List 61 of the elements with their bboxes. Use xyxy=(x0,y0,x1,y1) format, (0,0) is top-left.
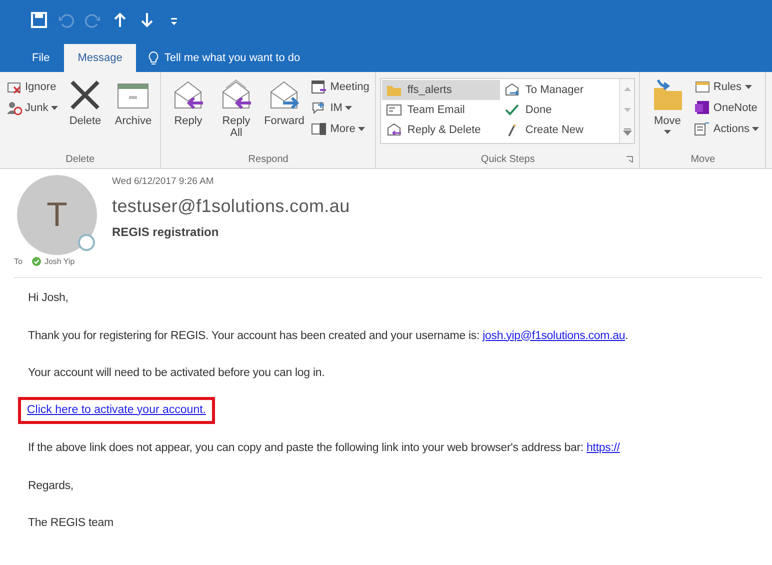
scroll-down-icon[interactable] xyxy=(622,106,632,113)
ribbon-tab[interactable]: File xyxy=(18,44,64,72)
ribbon-button[interactable]: Actions xyxy=(692,120,762,138)
to-label: To xyxy=(14,257,22,266)
save-icon[interactable] xyxy=(30,11,48,29)
expand-gallery-icon[interactable] xyxy=(622,128,632,136)
onenote-icon xyxy=(694,100,710,116)
sender-address: testuser@f1solutions.com.au xyxy=(112,196,350,217)
group-label: Quick Steps xyxy=(480,154,535,164)
tell-me-search[interactable]: Tell me what you want to do xyxy=(136,44,300,72)
activation-link[interactable]: Click here to activate your account. xyxy=(18,396,215,424)
paragraph: If the above link does not appear, you can copy and paste the following link into your web browser's address bar: https:// xyxy=(28,442,620,454)
quick-step[interactable]: ffs_alerts xyxy=(382,80,500,100)
ribbon-button[interactable]: Junk xyxy=(4,99,60,117)
ribbon-tab[interactable]: Message xyxy=(64,44,136,72)
person-block-icon xyxy=(6,100,22,116)
ribbon-button[interactable]: IM xyxy=(309,99,372,117)
lightbulb-icon xyxy=(148,50,160,66)
paragraph: Regards, xyxy=(28,480,74,492)
quick-step[interactable]: To Manager xyxy=(500,80,618,100)
ribbon-button[interactable]: Meeting xyxy=(309,78,372,96)
group-label: Delete xyxy=(66,154,95,164)
checkmark-icon xyxy=(504,103,520,117)
rules-icon xyxy=(694,79,710,95)
actions-icon xyxy=(694,121,710,137)
delete-icon xyxy=(68,78,102,112)
paragraph: Thank you for registering for REGIS. Your account has been created and your username is: josh.yip@f1solutions.com.au. xyxy=(28,330,628,342)
quick-step[interactable]: Create New xyxy=(500,120,618,140)
more-icon xyxy=(311,121,328,137)
subject: REGIS registration xyxy=(112,225,220,239)
ribbon-button[interactable]: Move xyxy=(644,76,690,136)
paragraph: The REGIS team xyxy=(28,517,114,529)
group-label: Respond xyxy=(248,154,288,164)
ribbon-button[interactable]: OneNote xyxy=(692,99,762,117)
ribbon-button[interactable]: Reply xyxy=(165,76,212,129)
ribbon-button[interactable]: Archive xyxy=(110,76,156,129)
link[interactable]: josh.yip@f1solutions.com.au xyxy=(482,330,626,342)
quick-step[interactable]: Done xyxy=(500,100,618,120)
ribbon-button[interactable]: Reply All xyxy=(213,76,260,141)
ribbon-button[interactable]: Delete xyxy=(62,76,108,129)
recipient[interactable]: Josh Yip xyxy=(32,257,75,266)
ribbon-button[interactable]: Ignore xyxy=(4,78,60,96)
folder-icon xyxy=(386,83,402,97)
sent-date: Wed 6/12/2017 9:26 AM xyxy=(112,176,215,187)
ribbon-button[interactable]: Rules xyxy=(692,78,762,96)
group-label: Move xyxy=(690,154,716,164)
forward-icon xyxy=(504,83,520,97)
card-icon xyxy=(386,103,402,117)
paragraph: Your account will need to be activated before you can log in. xyxy=(28,367,325,379)
quick-step[interactable]: Reply & Delete xyxy=(382,120,500,140)
scroll-up-icon[interactable] xyxy=(622,86,632,92)
dialog-launcher-icon[interactable] xyxy=(626,156,634,163)
link[interactable]: https:// xyxy=(586,442,620,454)
quick-step[interactable]: Team Email xyxy=(382,100,500,120)
calendar-icon xyxy=(311,79,328,95)
avatar: T xyxy=(17,175,97,255)
paragraph: Hi Josh, xyxy=(28,292,68,304)
reply-icon xyxy=(386,123,402,137)
ribbon-button[interactable]: More xyxy=(309,120,372,138)
ribbon-button[interactable]: Forward xyxy=(261,76,308,129)
presence-icon xyxy=(78,234,95,251)
